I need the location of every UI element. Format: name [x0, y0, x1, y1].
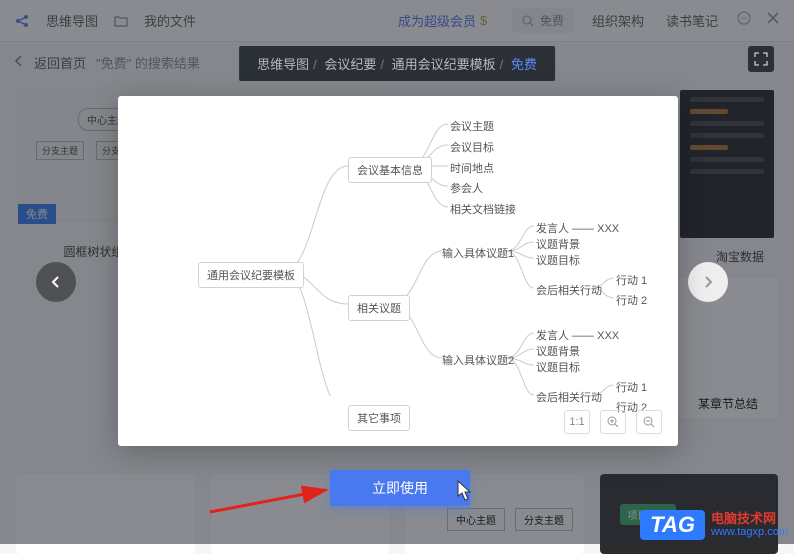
mind-leaf: 行动 1: [616, 272, 647, 288]
mind-leaf: 行动 1: [616, 379, 647, 395]
next-button[interactable]: [688, 262, 728, 302]
mind-leaf: 行动 2: [616, 292, 647, 308]
mind-leaf: 议题目标: [536, 359, 580, 375]
watermark: TAG 电脑技术网 www.tagxp.com: [640, 510, 788, 540]
crumb-current: 免费: [511, 57, 537, 72]
zoom-in-button[interactable]: [600, 410, 626, 434]
zoom-tools: 1:1: [564, 410, 662, 434]
mind-leaf: 会议主题: [450, 118, 494, 134]
watermark-title: 电脑技术网: [711, 512, 788, 526]
watermark-url: www.tagxp.com: [711, 526, 788, 538]
crumb[interactable]: 通用会议纪要模板: [392, 57, 496, 72]
annotation-arrow: [208, 488, 328, 518]
mind-node: 其它事项: [348, 405, 410, 431]
mind-leaf: 会后相关行动: [536, 282, 602, 298]
mind-leaf: 会后相关行动: [536, 389, 602, 405]
ratio-button[interactable]: 1:1: [564, 410, 590, 434]
mind-leaf: 议题背景: [536, 343, 580, 359]
mind-node: 会议基本信息: [348, 157, 432, 183]
mind-leaf: 议题背景: [536, 236, 580, 252]
watermark-tag: TAG: [640, 510, 705, 540]
preview-modal: 通用会议纪要模板 会议基本信息 相关议题 其它事项 会议主题 会议目标 时间地点…: [118, 96, 678, 446]
mind-root: 通用会议纪要模板: [198, 262, 304, 288]
mind-leaf: 会议目标: [450, 139, 494, 155]
mind-leaf: 时间地点: [450, 160, 494, 176]
crumb[interactable]: 会议纪要: [324, 57, 376, 72]
mind-leaf: 参会人: [450, 180, 483, 196]
mind-leaf: 相关文档链接: [450, 201, 516, 217]
mind-leaf: 发言人 —— XXX: [536, 220, 619, 236]
fullscreen-toggle-icon[interactable]: [748, 46, 774, 72]
mind-leaf: 输入具体议题1: [442, 245, 514, 261]
zoom-out-button[interactable]: [636, 410, 662, 434]
breadcrumb: 思维导图/ 会议纪要/ 通用会议纪要模板/ 免费: [239, 46, 555, 81]
cursor-icon: [456, 480, 474, 502]
crumb[interactable]: 思维导图: [257, 57, 309, 72]
mind-leaf: 发言人 —— XXX: [536, 327, 619, 343]
mind-leaf: 输入具体议题2: [442, 352, 514, 368]
prev-button[interactable]: [36, 262, 76, 302]
mindmap-preview: 通用会议纪要模板 会议基本信息 相关议题 其它事项 会议主题 会议目标 时间地点…: [130, 106, 666, 396]
use-now-button[interactable]: 立即使用: [330, 470, 470, 506]
mind-leaf: 议题目标: [536, 252, 580, 268]
mind-node: 相关议题: [348, 295, 410, 321]
